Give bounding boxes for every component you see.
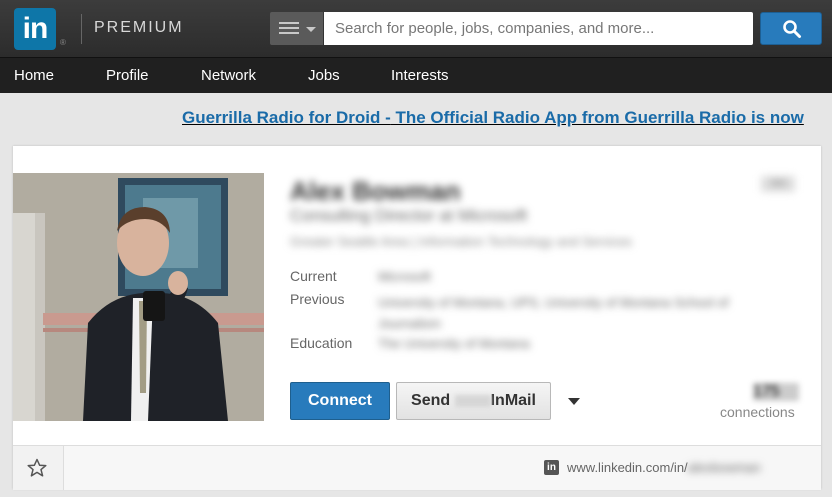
nav-profile[interactable]: Profile (106, 67, 149, 84)
linkedin-logo[interactable]: in (14, 8, 56, 50)
ad-text: The Official Radio App from Guerrilla Ra… (390, 108, 804, 127)
sponsored-ad-link[interactable]: Guerrilla Radio for Droid - The Official… (182, 108, 804, 128)
star-icon (27, 458, 47, 477)
previous-label: Previous (290, 291, 345, 307)
menu-icon (279, 22, 299, 35)
url-prefix: www.linkedin.com/in/ (567, 460, 688, 475)
save-star-button[interactable] (13, 446, 64, 490)
previous-value: University of Montana, UPS, University o… (378, 295, 729, 331)
current-value: Microsoft (378, 269, 431, 284)
connect-button[interactable]: Connect (290, 382, 390, 420)
main-nav: Home Profile Network Jobs Interests (0, 57, 832, 93)
logo-divider (81, 14, 82, 44)
education-label: Education (290, 335, 353, 351)
premium-label: PREMIUM (94, 19, 184, 36)
connection-degree-badge: 3rd (761, 176, 795, 192)
profile-location: Greater Seattle Area | Information Techn… (290, 234, 633, 249)
nav-network[interactable]: Network (201, 67, 256, 84)
linkedin-mini-icon: in (544, 460, 559, 475)
current-label: Current (290, 268, 337, 284)
profile-photo-image (13, 173, 264, 421)
url-slug: alexbowman (687, 460, 761, 475)
education-value: The University of Montana (378, 336, 530, 351)
nav-interests[interactable]: Interests (391, 67, 449, 84)
ad-title: Guerrilla Radio for Droid - (182, 108, 391, 127)
profile-headline: Consulting Director at Microsoft (290, 206, 528, 225)
connections-count: 175 (753, 383, 799, 401)
profile-photo[interactable] (13, 173, 264, 421)
inmail-suffix: InMail (490, 392, 536, 409)
search-icon (783, 20, 801, 38)
search-category-button[interactable] (270, 12, 323, 45)
chevron-down-icon (306, 27, 316, 32)
search-input[interactable] (324, 12, 753, 45)
inmail-redacted (454, 394, 491, 407)
connections-label: connections (720, 404, 795, 420)
send-inmail-button[interactable]: Send InMail (396, 382, 551, 420)
public-profile-url[interactable]: www.linkedin.com/in/alexbowman (567, 460, 761, 475)
search-button[interactable] (760, 12, 822, 45)
registered-mark: ® (60, 38, 66, 47)
top-bar: in ® PREMIUM (0, 0, 832, 57)
profile-card: Alex Bowman Consulting Director at Micro… (13, 146, 821, 490)
profile-name: Alex Bowman (290, 176, 461, 206)
nav-jobs[interactable]: Jobs (308, 67, 340, 84)
inmail-prefix: Send (411, 392, 455, 409)
card-footer: in www.linkedin.com/in/alexbowman (13, 445, 821, 490)
nav-home[interactable]: Home (14, 67, 54, 84)
more-actions-chevron-icon[interactable] (568, 398, 580, 405)
